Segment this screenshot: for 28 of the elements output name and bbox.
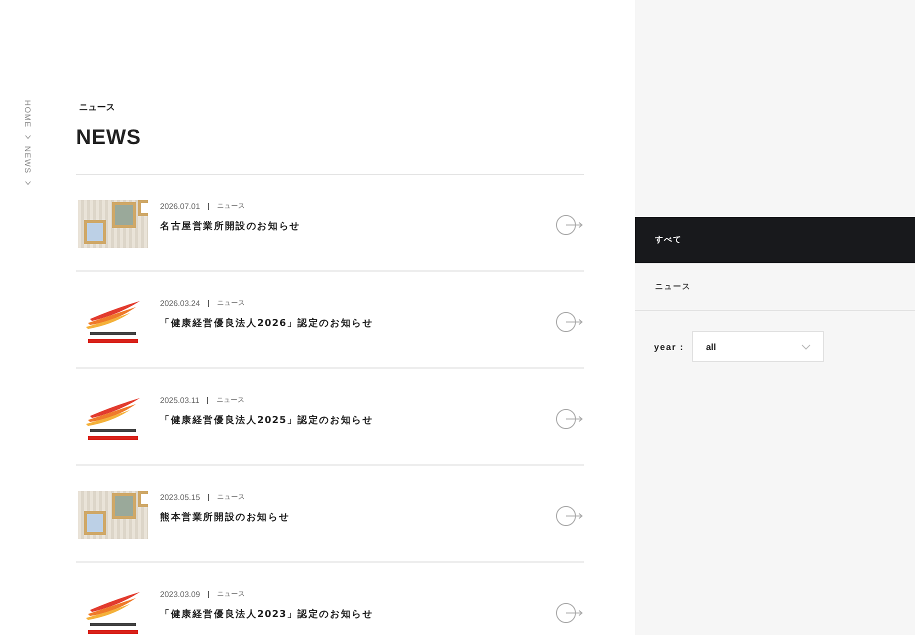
category-tab[interactable]: すべて — [635, 217, 915, 264]
photo-placeholder — [78, 200, 148, 248]
breadcrumb-link[interactable]: NEWS — [23, 146, 32, 174]
year-select[interactable]: all — [692, 331, 824, 362]
chevron-icon — [25, 180, 31, 186]
news-title-link[interactable]: 「健康経営優良法人2023」認定のお知らせ — [160, 608, 556, 621]
circle-arrow-icon[interactable] — [556, 408, 584, 430]
news-date: 2023.03.09 — [160, 590, 200, 598]
news-date: 2025.03.11 — [160, 396, 200, 404]
year-label: year : — [654, 342, 684, 352]
chevron-icon — [25, 134, 31, 140]
news-date: 2026.03.24 — [160, 298, 200, 308]
page-title: NEWS — [76, 126, 584, 175]
news-title-link[interactable]: 「健康経営優良法人2025」認定のお知らせ — [160, 414, 556, 427]
news-date: 2023.05.15 — [160, 492, 200, 502]
circle-arrow-icon[interactable] — [556, 505, 584, 527]
chevron-down-icon — [801, 344, 812, 350]
circle-arrow-icon[interactable] — [556, 214, 584, 236]
breadcrumb-link[interactable]: HOME — [23, 100, 32, 128]
category-tab[interactable]: ニュース — [635, 264, 915, 311]
circle-arrow-icon[interactable] — [556, 311, 584, 333]
news-date: 2026.07.01 — [160, 202, 200, 210]
circle-arrow-icon[interactable] — [556, 602, 584, 624]
news-title-link[interactable]: 「健康経営優良法人2026」認定のお知らせ — [160, 317, 556, 330]
news-title-link[interactable]: 熊本営業所開設のお知らせ — [160, 511, 556, 524]
photo-placeholder — [78, 491, 148, 539]
news-title-link[interactable]: 名古屋営業所開設のお知らせ — [160, 220, 556, 233]
page-subtitle: ニュース — [79, 102, 116, 114]
